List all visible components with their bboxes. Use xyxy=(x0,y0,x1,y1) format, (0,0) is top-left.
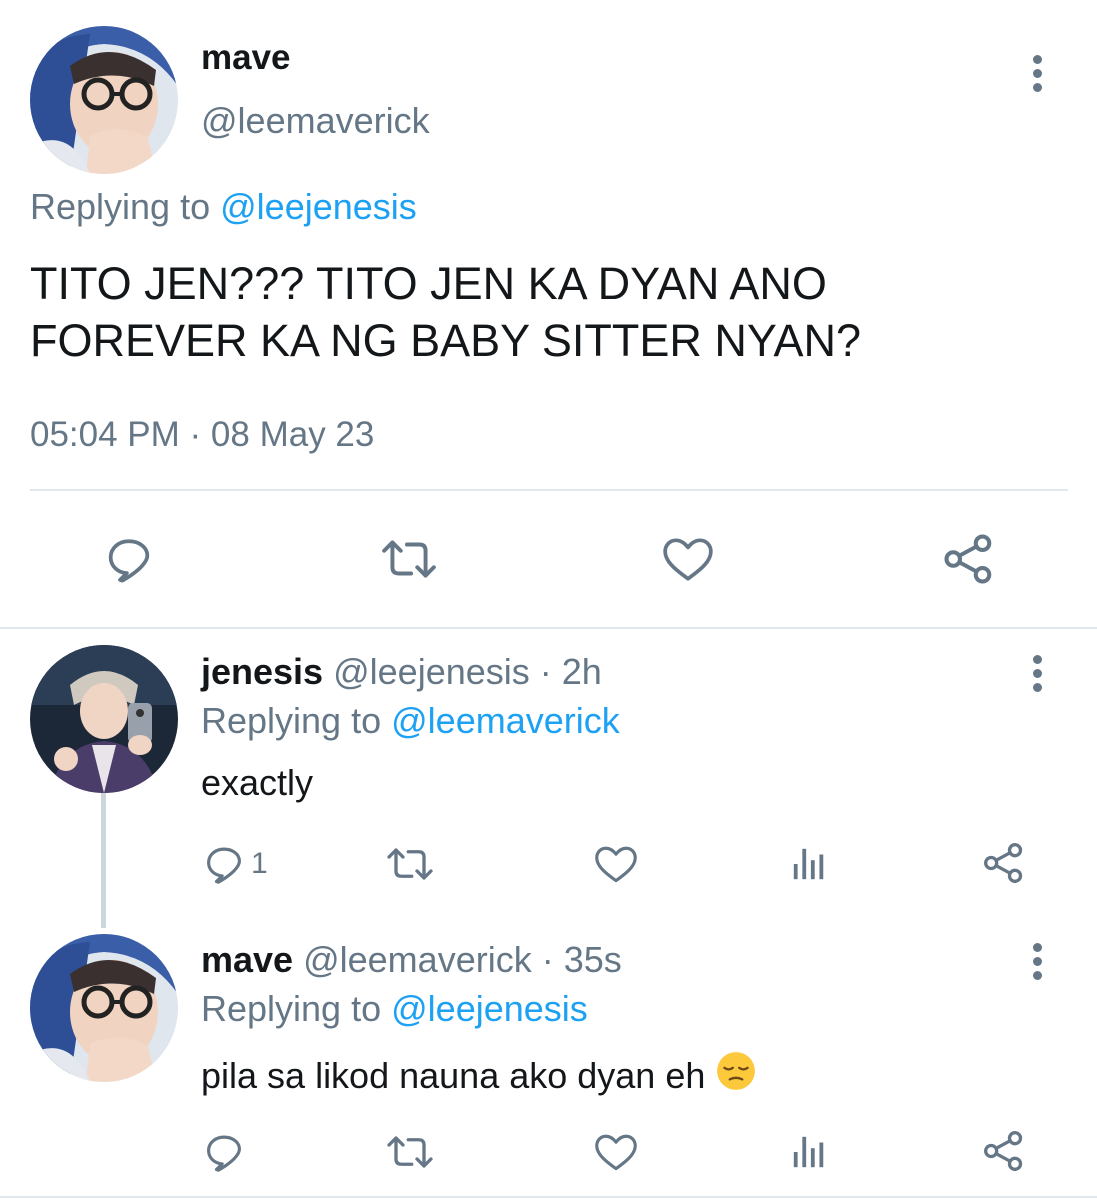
reply-header: mave @leemaverick · 35s xyxy=(201,939,622,981)
replying-to-handle-link[interactable]: @leejenesis xyxy=(220,186,417,227)
replying-to-label: Replying to xyxy=(201,988,382,1029)
reply-author-handle[interactable]: @leejenesis xyxy=(333,651,530,692)
like-button[interactable] xyxy=(593,1131,639,1173)
retweet-icon xyxy=(387,848,433,880)
reply-header: jenesis @leejenesis · 2h xyxy=(201,651,602,693)
more-options-icon[interactable] xyxy=(1031,655,1043,697)
share-button[interactable] xyxy=(982,841,1026,885)
like-button[interactable] xyxy=(593,843,639,885)
retweet-button[interactable] xyxy=(380,534,438,584)
like-icon xyxy=(595,1134,637,1171)
author-name[interactable]: mave xyxy=(201,38,291,78)
retweet-icon xyxy=(387,1136,433,1168)
reply-button[interactable]: 1 xyxy=(203,843,268,885)
reply-author-name[interactable]: mave xyxy=(201,939,293,980)
reply-text-line: pila sa likod nauna ako dyan eh xyxy=(201,1050,757,1097)
avatar-mave[interactable] xyxy=(30,934,178,1082)
reply-icon xyxy=(108,539,150,583)
reply-count: 1 xyxy=(251,847,268,880)
retweet-icon xyxy=(382,540,436,578)
retweet-button[interactable] xyxy=(385,843,435,885)
tweet-timestamp[interactable]: 05:04 PM · 08 May 23 xyxy=(30,415,374,455)
divider xyxy=(0,627,1097,629)
reply-icon xyxy=(207,847,241,884)
replying-to-line: Replying to @leejenesis xyxy=(201,988,588,1030)
more-options-icon[interactable] xyxy=(1031,55,1043,97)
share-icon xyxy=(944,534,992,584)
analytics-icon xyxy=(793,848,824,880)
analytics-button[interactable] xyxy=(790,1133,828,1171)
reply-text: pila sa likod nauna ako dyan eh xyxy=(201,1055,706,1096)
avatar-mave[interactable] xyxy=(30,26,178,174)
divider xyxy=(0,1196,1097,1198)
pensive-face-emoji xyxy=(717,1052,756,1090)
divider xyxy=(30,489,1068,491)
reply-author-name[interactable]: jenesis xyxy=(201,651,323,692)
like-icon xyxy=(595,846,637,883)
reply-icon xyxy=(207,1135,241,1172)
retweet-button[interactable] xyxy=(385,1131,435,1173)
replying-to-line: Replying to @leejenesis xyxy=(30,186,417,228)
reply-button[interactable] xyxy=(104,534,154,584)
share-icon xyxy=(984,843,1023,883)
reply-text: exactly xyxy=(201,762,314,803)
replying-to-handle-link[interactable]: @leejenesis xyxy=(391,988,588,1029)
reply-button[interactable] xyxy=(203,1131,245,1173)
reply-time[interactable]: · 35s xyxy=(542,939,622,980)
reply-time[interactable]: · 2h xyxy=(540,651,602,692)
reply-author-handle[interactable]: @leemaverick xyxy=(303,939,532,980)
like-icon xyxy=(663,538,713,581)
replying-to-label: Replying to xyxy=(201,700,382,741)
replying-to-handle-link[interactable]: @leemaverick xyxy=(391,700,620,741)
like-button[interactable] xyxy=(661,534,715,584)
replying-to-label: Replying to xyxy=(30,186,211,227)
analytics-button[interactable] xyxy=(790,845,828,883)
share-icon xyxy=(984,1131,1023,1171)
avatar-jenesis[interactable] xyxy=(30,645,178,793)
author-handle[interactable]: @leemaverick xyxy=(201,100,430,142)
analytics-icon xyxy=(793,1136,824,1168)
replying-to-line: Replying to @leemaverick xyxy=(201,700,620,742)
thread-connector-line xyxy=(101,793,106,928)
tweet-text: TITO JEN??? TITO JEN KA DYAN ANO FOREVER… xyxy=(30,258,862,366)
share-button[interactable] xyxy=(982,1129,1026,1173)
share-button[interactable] xyxy=(942,532,996,586)
more-options-icon[interactable] xyxy=(1031,943,1043,985)
